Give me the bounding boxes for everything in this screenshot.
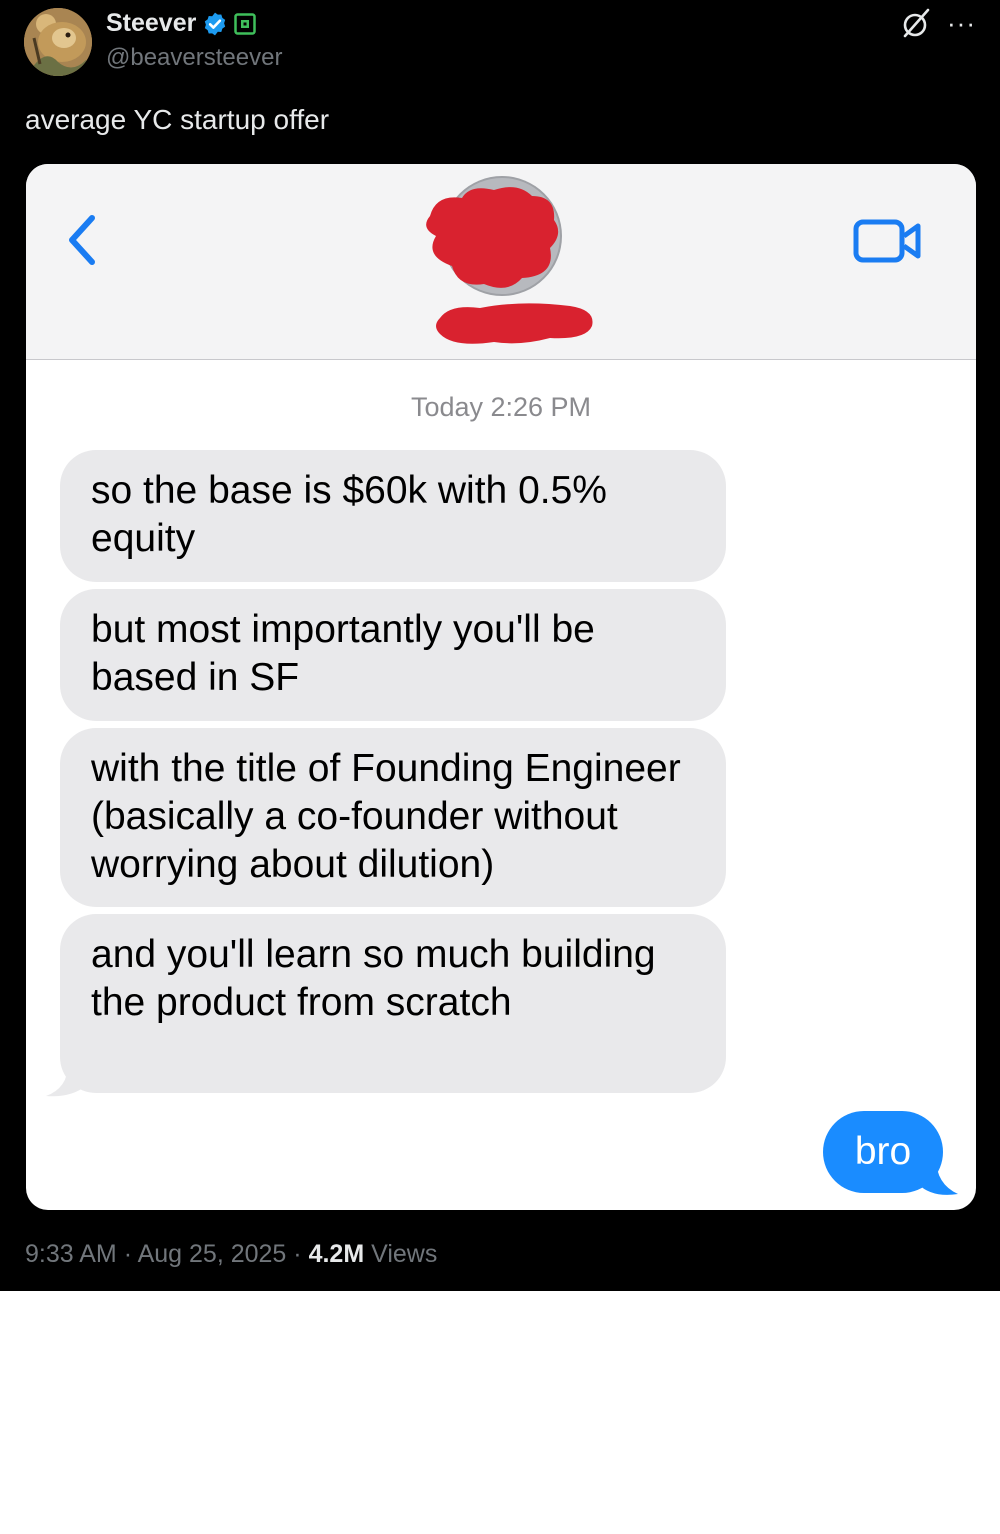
meta-separator: ·	[293, 1240, 302, 1268]
received-message: and you'll learn so much building the pr…	[60, 914, 726, 1093]
received-message: with the title of Founding Engineer (bas…	[60, 728, 726, 907]
author-name[interactable]: Steever	[106, 9, 196, 38]
author-name-row: Steever	[106, 9, 257, 38]
tweet: Steever @beaversteever ··· average YC st…	[0, 0, 1000, 1291]
tweet-meta: 9:33 AM · Aug 25, 2025 · 4.2M Views	[25, 1240, 437, 1269]
chevron-left-icon	[69, 215, 95, 265]
received-bubble-tail	[46, 1064, 86, 1097]
views-label: Views	[371, 1240, 438, 1268]
grok-icon[interactable]	[899, 6, 933, 40]
imessage-screenshot[interactable]: Today 2:26 PM so the base is $60k with 0…	[26, 164, 976, 1210]
tweet-text: average YC startup offer	[25, 104, 330, 135]
redacted-contact	[426, 176, 593, 344]
author-avatar[interactable]	[24, 8, 92, 76]
affiliate-badge-icon	[234, 12, 257, 35]
beaver-avatar-image	[24, 8, 92, 76]
author-handle[interactable]: @beaversteever	[106, 44, 282, 72]
video-camera-icon	[853, 219, 921, 263]
views-count: 4.2M	[308, 1240, 365, 1268]
imessage-header	[26, 164, 976, 360]
tweet-date[interactable]: Aug 25, 2025	[138, 1240, 287, 1268]
verified-badge-icon	[205, 12, 226, 35]
meta-separator: ·	[123, 1240, 133, 1268]
received-message: so the base is $60k with 0.5% equity	[60, 450, 726, 582]
tweet-actions-top: ···	[899, 6, 976, 40]
received-message: but most importantly you'll be based in …	[60, 589, 726, 721]
sent-bubble-tail	[918, 1158, 958, 1195]
more-icon[interactable]: ···	[947, 8, 976, 38]
tweet-time[interactable]: 9:33 AM	[25, 1240, 117, 1268]
message-timestamp: Today 2:26 PM	[410, 392, 592, 422]
